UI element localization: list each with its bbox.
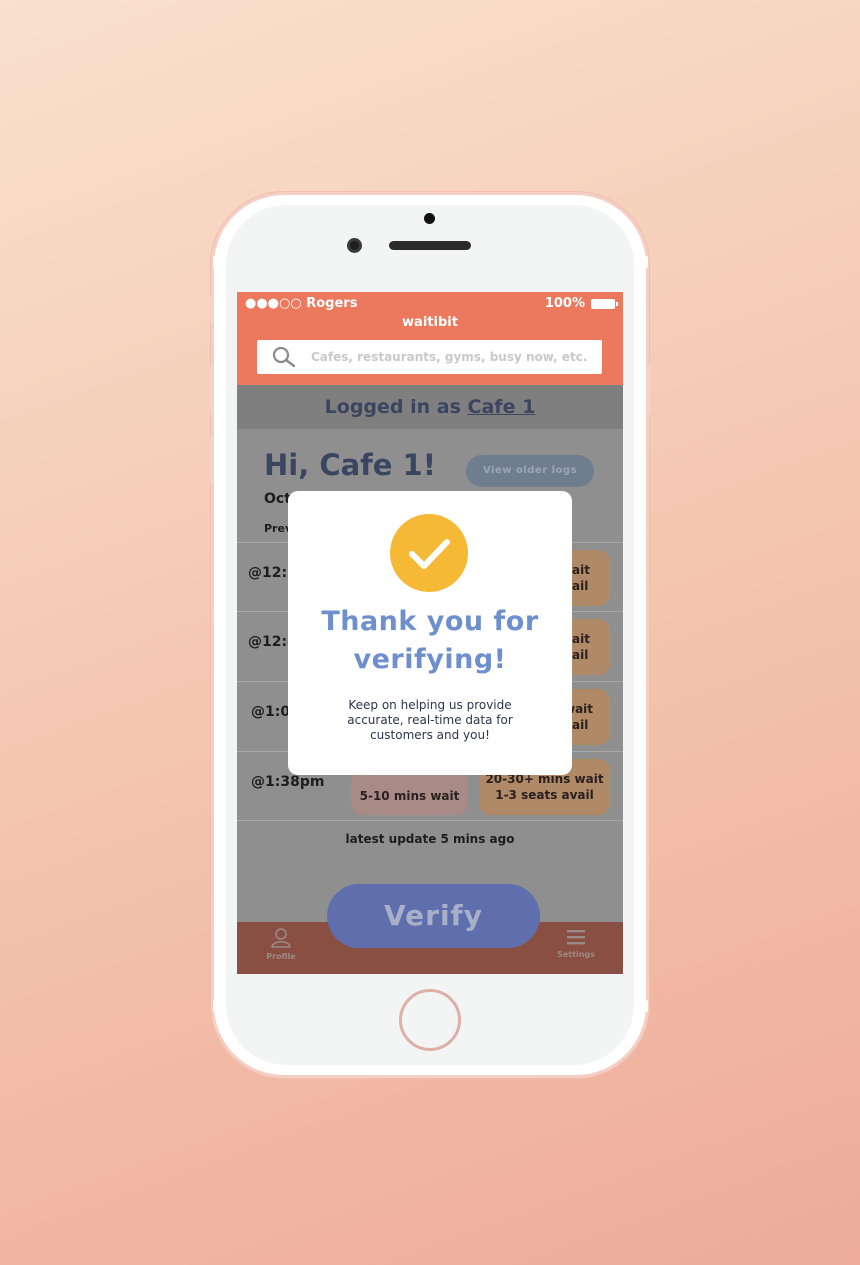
modal-title-line: verifying! [353, 644, 507, 675]
earpiece-speaker [389, 241, 471, 250]
row-divider [237, 820, 623, 821]
search-input[interactable]: Cafes, restaurants, gyms, busy now, etc. [257, 340, 602, 374]
mute-switch [210, 296, 214, 324]
menu-icon [567, 930, 585, 945]
battery-percent: 100% [544, 296, 585, 311]
greeting-heading: Hi, Cafe 1! [264, 448, 436, 482]
carrier-label: ●●●○○ Rogers [245, 296, 358, 311]
antenna-line [640, 1000, 648, 1012]
power-button [646, 365, 650, 415]
logged-in-prefix: Logged in as [324, 396, 468, 418]
home-button[interactable] [399, 989, 461, 1051]
latest-update-label: latest update 5 mins ago [345, 832, 515, 846]
modal-title: Thank you for verifying! [288, 603, 572, 679]
front-camera [347, 238, 362, 253]
app-title: waitibit [402, 315, 458, 330]
pill-line: ait [572, 563, 590, 577]
view-older-logs-button[interactable]: View older logs [466, 455, 594, 487]
app-header: ●●●○○ Rogers 100% waitibit Cafes, restau… [237, 292, 623, 385]
pill-line: ail [572, 579, 589, 593]
antenna-line [640, 256, 648, 268]
antenna-line [213, 1000, 221, 1012]
battery-indicator: 100% [544, 296, 618, 311]
search-placeholder: Cafes, restaurants, gyms, busy now, etc. [311, 350, 588, 364]
pill-line: 5-10 mins wait [359, 789, 460, 803]
verify-button[interactable]: Verify [327, 884, 540, 948]
nav-profile[interactable]: Profile [264, 928, 298, 961]
antenna-line [213, 256, 221, 268]
confirmation-modal[interactable]: Thank you for verifying! Keep on helping… [288, 491, 572, 775]
pill-line: 1-3 seats avail [495, 788, 594, 802]
cafe-account-link[interactable]: Cafe 1 [468, 396, 536, 418]
volume-down-button [210, 435, 214, 485]
nav-settings-label: Settings [557, 950, 595, 959]
volume-up-button [210, 365, 214, 415]
modal-title-line: Thank you for [321, 606, 539, 637]
logged-in-banner: Logged in as Cafe 1 [237, 385, 623, 429]
nav-settings[interactable]: Settings [555, 928, 597, 959]
search-icon [257, 340, 311, 374]
battery-icon [591, 298, 618, 309]
checkmark-icon [390, 514, 468, 592]
nav-profile-label: Profile [266, 952, 296, 961]
pill-line: ail [572, 648, 589, 662]
status-bar: ●●●○○ Rogers 100% [245, 296, 618, 314]
log-time: @1:0 [251, 704, 291, 720]
modal-message: Keep on helping us provide accurate, rea… [347, 698, 513, 742]
pill-line: ait [572, 632, 590, 646]
profile-icon [271, 928, 291, 948]
date-label: Oct [264, 491, 291, 507]
wait-pill: 5-10 mins wait [351, 770, 468, 815]
proximity-sensor [424, 213, 435, 224]
log-time: @1:38pm [251, 774, 325, 790]
